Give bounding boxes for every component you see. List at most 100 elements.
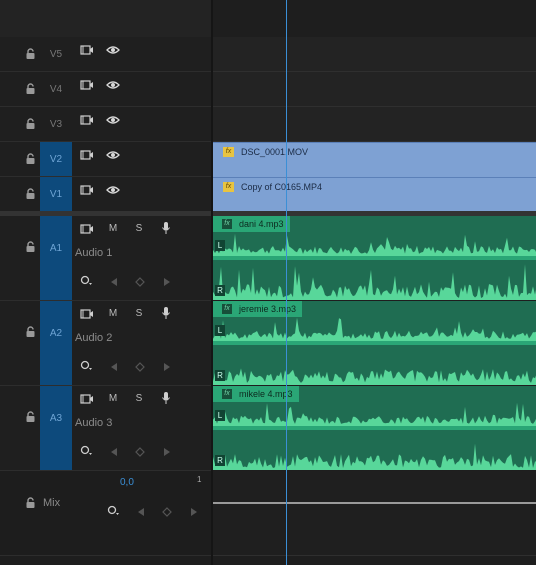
track-lane[interactable] [213,107,536,142]
track-lane[interactable] [213,72,536,107]
track-label: V3 [49,119,63,130]
channel-label-l: L [215,325,225,336]
keyframe-icon[interactable] [107,503,121,515]
add-keyframe-icon[interactable] [135,274,149,287]
film-icon[interactable] [80,113,94,125]
solo-button[interactable]: S [132,308,146,319]
eye-icon[interactable] [106,148,120,160]
clip-caption: fx jeremie 3.mp3 [213,301,303,317]
track-header: V5 [0,37,212,72]
next-keyframe-icon[interactable] [163,444,177,456]
add-keyframe-icon[interactable] [135,359,149,372]
solo-button[interactable]: S [132,393,146,404]
clip-name: dani 4.mp3 [239,219,284,229]
track-name: Audio 2 [75,332,113,344]
audio-channel-l-waveform [213,402,536,426]
solo-button[interactable]: S [132,223,146,234]
header-divider[interactable] [211,0,213,565]
film-icon[interactable] [80,148,94,160]
fx-badge: fx [223,182,234,192]
mic-icon[interactable] [161,391,175,404]
channel-label-l: L [215,240,225,251]
film-icon[interactable] [80,43,94,55]
track-label: V5 [49,49,63,60]
audio-channel-r-waveform [213,345,536,385]
channel-label-r: R [215,455,225,466]
audio-clip[interactable]: fx mikele 4.mp3 L R [213,386,536,470]
keyframe-icon[interactable] [80,443,94,455]
next-keyframe-icon[interactable] [163,274,177,286]
eye-icon[interactable] [106,183,120,195]
lock-icon[interactable] [25,83,36,95]
lock-icon[interactable] [25,118,36,130]
mix-corner-label: 1 [197,475,202,484]
lock-icon[interactable] [25,326,36,338]
clip-caption: fx dani 4.mp3 [213,216,290,232]
mic-icon[interactable] [161,221,175,234]
mix-track: Mix 0,0 1 [0,471,536,556]
film-icon[interactable] [80,78,94,90]
track-name: Audio 3 [75,417,113,429]
channel-label-r: R [215,370,225,381]
prev-keyframe-icon[interactable] [110,444,124,456]
lock-icon[interactable] [25,188,36,200]
keyframe-icon[interactable] [80,358,94,370]
prev-keyframe-icon[interactable] [110,359,124,371]
track-target[interactable] [40,216,72,300]
mute-button[interactable]: M [106,393,120,404]
track-header: A2 M S Audio 2 [0,301,212,386]
lock-icon[interactable] [25,241,36,253]
clip-name: DSC_0001.MOV [241,147,309,157]
audio-channel-r-waveform [213,260,536,300]
eye-icon[interactable] [106,43,120,55]
film-icon[interactable] [80,183,94,195]
track-label: V4 [49,84,63,95]
track-label: V1 [49,189,63,200]
video-track-v3: V3 [0,107,536,142]
audio-clip[interactable]: fx jeremie 3.mp3 L R [213,301,536,385]
channel-label-r: R [215,285,225,296]
eye-icon[interactable] [106,78,120,90]
mix-volume-line[interactable] [213,502,536,504]
mute-button[interactable]: M [106,308,120,319]
track-target[interactable] [40,386,72,470]
clip-name: jeremie 3.mp3 [239,304,297,314]
audio-channel-r-waveform [213,430,536,470]
mix-volume-value[interactable]: 0,0 [120,477,134,488]
clip-name: mikele 4.mp3 [239,389,293,399]
timeline-panel: V5 V4 V3 V2 fx DSC_0001.MOV V1 fx Copy of C0165.… [0,0,536,565]
lock-icon[interactable] [25,48,36,60]
eye-icon[interactable] [106,113,120,125]
audio-channel-l-waveform [213,317,536,341]
track-label: A2 [49,328,63,339]
keyframe-icon[interactable] [80,273,94,285]
mute-button[interactable]: M [106,223,120,234]
mic-icon[interactable] [161,306,175,319]
lock-icon[interactable] [25,411,36,423]
track-header: V3 [0,107,212,142]
add-keyframe-icon[interactable] [135,444,149,457]
audio-clip[interactable]: fx dani 4.mp3 L R [213,216,536,300]
video-clip[interactable]: fx DSC_0001.MOV [213,142,536,177]
clip-name: Copy of C0165.MP4 [241,182,323,192]
film-icon[interactable] [80,307,94,319]
playhead[interactable] [286,0,287,565]
track-lane[interactable] [213,37,536,72]
video-clip[interactable]: fx Copy of C0165.MP4 [213,177,536,212]
fx-badge: fx [222,219,232,229]
track-target[interactable] [40,301,72,385]
next-keyframe-icon[interactable] [163,359,177,371]
track-header: Mix 0,0 1 [0,471,212,556]
video-track-v4: V4 [0,72,536,107]
prev-keyframe-icon[interactable] [110,274,124,286]
track-name: Audio 1 [75,247,113,259]
prev-keyframe-icon[interactable] [137,504,151,516]
add-keyframe-icon[interactable] [162,504,176,517]
mix-lane[interactable] [213,471,536,556]
next-keyframe-icon[interactable] [190,504,204,516]
lock-icon[interactable] [25,497,36,509]
lock-icon[interactable] [25,153,36,165]
film-icon[interactable] [80,392,94,404]
film-icon[interactable] [80,222,94,234]
fx-badge: fx [222,389,232,399]
